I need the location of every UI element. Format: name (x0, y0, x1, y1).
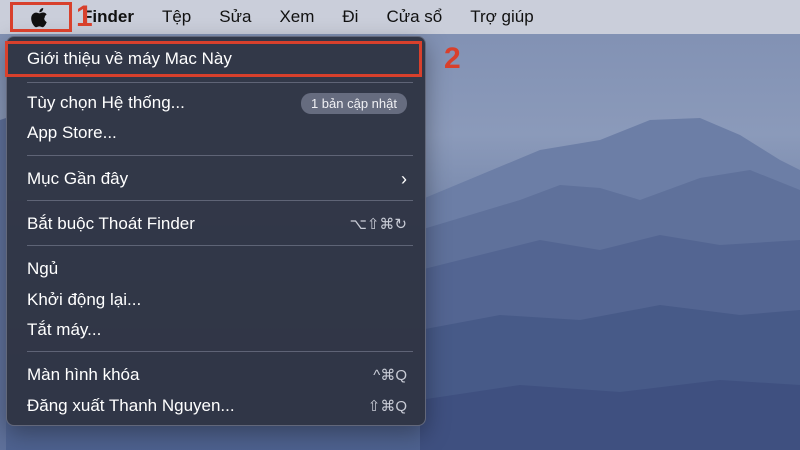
menu-item-label: App Store... (27, 123, 117, 142)
apple-menu-dropdown: Giới thiệu về máy Mac Này Tùy chọn Hệ th… (6, 36, 426, 426)
menu-separator (27, 155, 413, 156)
menu-item-label: Mục Gần đây (27, 169, 129, 188)
menu-item-log-out[interactable]: Đăng xuất Thanh Nguyen... ⇧⌘Q (7, 391, 425, 421)
menu-separator (27, 351, 413, 352)
annotation-step-number-2: 2 (444, 42, 461, 75)
shortcut-force-quit: ⌥⇧⌘↻ (349, 216, 407, 233)
update-badge: 1 bản cập nhật (300, 92, 407, 114)
menu-item-label: Ngủ (27, 259, 59, 278)
menu-item-sleep[interactable]: Ngủ (7, 254, 425, 284)
menu-item-restart[interactable]: Khởi động lại... (7, 285, 425, 315)
shortcut-lock-screen: ^⌘Q (373, 367, 407, 384)
menu-item-lock-screen[interactable]: Màn hình khóa ^⌘Q (7, 360, 425, 390)
menu-item-recent-items[interactable]: Mục Gần đây › (7, 164, 425, 194)
menu-item-label: Tắt máy... (27, 320, 102, 339)
chevron-right-icon: › (401, 168, 407, 189)
menu-item-label: Tùy chọn Hệ thống... (27, 93, 185, 112)
menu-item-shutdown[interactable]: Tắt máy... (7, 315, 425, 345)
menu-separator (27, 200, 413, 201)
menu-bar: Finder Tệp Sửa Xem Đi Cửa sổ Trợ giúp (0, 0, 800, 34)
menu-file[interactable]: Tệp (148, 0, 205, 34)
menu-item-app-store[interactable]: App Store... (7, 118, 425, 148)
menu-separator (27, 82, 413, 83)
menu-item-force-quit[interactable]: Bắt buộc Thoát Finder ⌥⇧⌘↻ (7, 209, 425, 239)
shortcut-log-out: ⇧⌘Q (367, 398, 407, 415)
menu-window[interactable]: Cửa sổ (372, 0, 456, 34)
annotation-step-number-1: 1 (76, 0, 93, 33)
menu-item-label: Đăng xuất Thanh Nguyen... (27, 396, 235, 415)
annotation-highlight-about-item (5, 41, 422, 77)
menu-view[interactable]: Xem (265, 0, 328, 34)
menu-item-system-preferences[interactable]: Tùy chọn Hệ thống... 1 bản cập nhật (7, 88, 425, 118)
menu-item-label: Màn hình khóa (27, 365, 140, 384)
menu-item-label: Khởi động lại... (27, 290, 142, 309)
annotation-highlight-apple-menu (10, 2, 72, 32)
menu-separator (27, 245, 413, 246)
menu-go[interactable]: Đi (328, 0, 372, 34)
menu-edit[interactable]: Sửa (205, 0, 265, 34)
menu-help[interactable]: Trợ giúp (456, 0, 547, 34)
menu-item-label: Bắt buộc Thoát Finder (27, 214, 195, 233)
